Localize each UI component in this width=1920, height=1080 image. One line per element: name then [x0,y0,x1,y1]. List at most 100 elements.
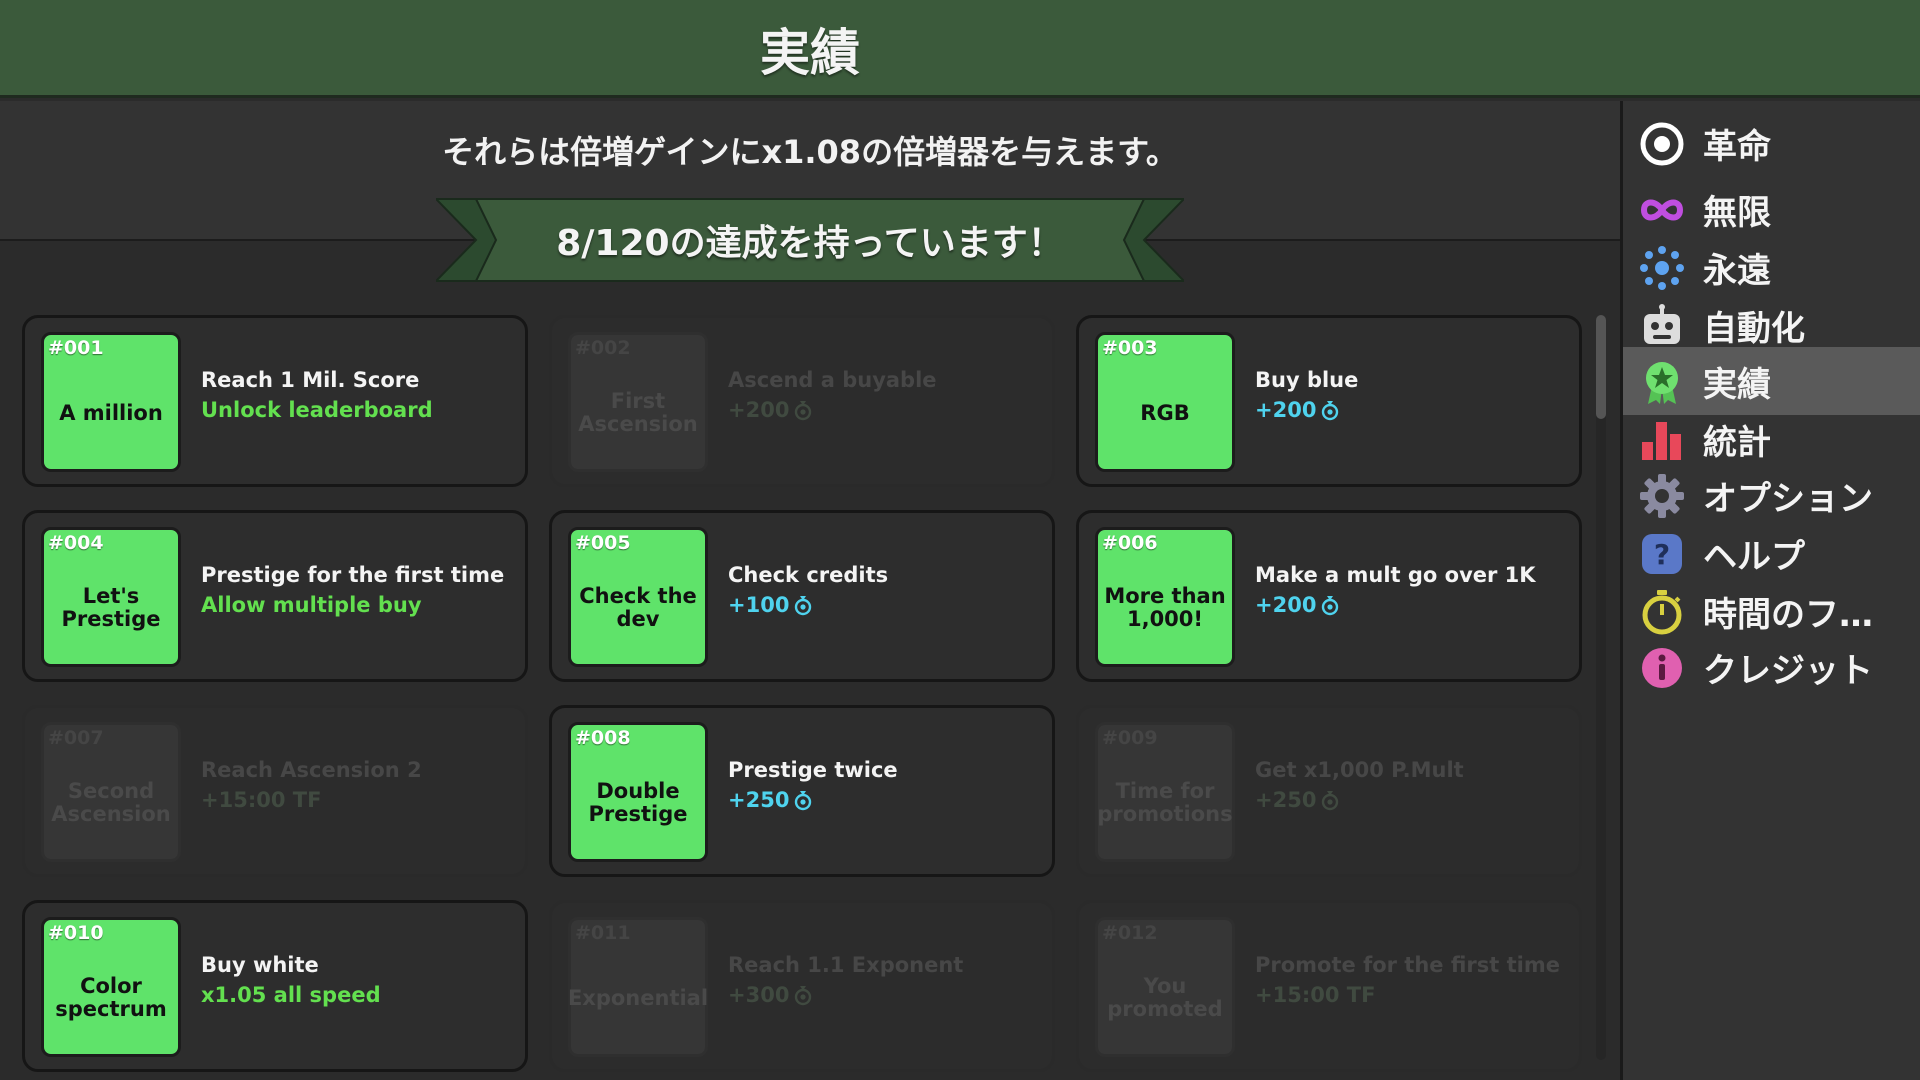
achievement-reward-text: +200 [728,398,790,422]
achievement-reward: +200 [1255,398,1340,422]
achievement-tile: #005 Check the dev [568,527,708,667]
page-title: 実績 [760,24,860,82]
achievement-reward-text: +100 [728,593,790,617]
achievement-number: #004 [48,532,104,554]
achievement-description: Prestige for the first time [201,563,505,587]
achievement-reward-text: +200 [1255,398,1317,422]
stopwatch-icon [1637,587,1687,637]
achievement-tile: #011 Exponential [568,917,708,1057]
info-icon [1637,643,1687,693]
achievement-tile: #007 Second Ascension [41,722,181,862]
achievement-description: Reach 1.1 Exponent [728,953,964,977]
achievement-number: #009 [1102,727,1158,749]
achievement-reward-text: +300 [728,983,790,1007]
credit-icon [1322,596,1339,616]
achievement-number: #008 [575,727,631,749]
robot-icon [1637,301,1687,351]
sun-dots-icon [1637,243,1687,293]
target-icon [1637,119,1687,169]
achievement-number: #002 [575,337,631,359]
achievement-name: Color spectrum [55,974,167,1021]
achievement-number: #001 [48,337,104,359]
achievement-name: Second Ascension [51,779,171,826]
achievement-card[interactable]: #008 Double Prestige Prestige twice +250 [549,705,1055,877]
achievement-description: Promote for the first time [1255,953,1560,977]
scrollbar[interactable] [1596,315,1606,1060]
achievement-reward: +300 [728,983,813,1007]
sidebar-item-label: クレジット [1703,650,1873,691]
achievement-name: Exponential [567,985,709,1010]
achievement-card[interactable]: #003 RGB Buy blue +200 [1076,315,1582,487]
achievement-reward: Unlock leaderboard [201,398,433,422]
achievement-tile: #008 Double Prestige [568,722,708,862]
achievement-reward-text: +250 [1255,788,1317,812]
achievement-name: You promoted [1107,974,1223,1021]
credit-icon [795,401,812,421]
achievement-name: Check the dev [579,584,697,631]
credit-icon [1322,401,1339,421]
achievement-description: Reach Ascension 2 [201,758,422,782]
achievement-number: #003 [1102,337,1158,359]
header-bar: 実績 [0,0,1920,98]
achievement-reward-text: +250 [728,788,790,812]
achievement-description: Buy blue [1255,368,1359,392]
achievement-reward: +15:00 TF [1255,983,1375,1007]
achievement-reward: x1.05 all speed [201,983,381,1007]
achievement-description: Make a mult go over 1K [1255,563,1536,587]
achievement-reward: +250 [1255,788,1340,812]
medal-icon [1637,357,1687,407]
achievement-reward: Allow multiple buy [201,593,422,617]
achievement-tile: #009 Time for promotions [1095,722,1235,862]
achievements-panel: それらは倍増ゲインにx1.08の倍増器を与えます。 8/120の達成を持っていま… [0,101,1620,1080]
credit-icon [795,986,812,1006]
achievement-description: Check credits [728,563,889,587]
achievement-description: Get x1,000 P.Mult [1255,758,1464,782]
achievement-card[interactable]: #004 Let's Prestige Prestige for the fir… [22,510,528,682]
achievement-card[interactable]: #012 You promoted Promote for the first … [1076,900,1582,1072]
achievement-description: Ascend a buyable [728,368,937,392]
bar-chart-icon [1637,415,1687,465]
achievement-number: #007 [48,727,104,749]
achievement-tile: #010 Color spectrum [41,917,181,1057]
achievement-card[interactable]: #011 Exponential Reach 1.1 Exponent +300 [549,900,1055,1072]
achievement-tile: #003 RGB [1095,332,1235,472]
achievement-name: More than 1,000! [1104,584,1226,631]
achievement-description: Reach 1 Mil. Score [201,368,420,392]
infinity-icon [1637,185,1687,235]
achievement-reward: +100 [728,593,813,617]
achievement-reward: +250 [728,788,813,812]
achievement-name: Time for promotions [1097,779,1233,826]
sidebar-item[interactable]: クレジット [1623,633,1920,701]
achievement-card[interactable]: #009 Time for promotions Get x1,000 P.Mu… [1076,705,1582,877]
achievement-number: #006 [1102,532,1158,554]
achievement-number: #005 [575,532,631,554]
achievement-card[interactable]: #010 Color spectrum Buy white x1.05 all … [22,900,528,1072]
sidebar-item-label: 革命 [1703,126,1771,167]
sidebar-item[interactable]: 革命 [1623,109,1920,177]
achievement-card[interactable]: #002 First Ascension Ascend a buyable +2… [549,315,1055,487]
achievement-name: Let's Prestige [61,584,161,631]
game-window: 実績 それらは倍増ゲインにx1.08の倍増器を与えます。 8/120の達成を持っ… [0,0,1920,1080]
achievement-description: Prestige twice [728,758,898,782]
credit-icon [1322,791,1339,811]
achievement-card[interactable]: #005 Check the dev Check credits +100 [549,510,1055,682]
help-icon: ? [1637,529,1687,579]
achievement-description: Buy white [201,953,319,977]
credit-icon [795,596,812,616]
achievement-grid: #001 A million Reach 1 Mil. Score Unlock… [22,315,1582,1072]
achievement-card[interactable]: #001 A million Reach 1 Mil. Score Unlock… [22,315,528,487]
achievement-card[interactable]: #006 More than 1,000! Make a mult go ove… [1076,510,1582,682]
multiplier-info-text: それらは倍増ゲインにx1.08の倍増器を与えます。 [442,133,1178,171]
credit-icon [795,791,812,811]
progress-banner: 8/120の達成を持っています！ [436,197,1184,283]
sidebar-nav: 革命 無限 永遠 自動化 実績 統計 オプション ? ヘルプ 時間のフ… クレジ… [1620,101,1920,1080]
achievement-count-text: 8/120の達成を持っています！ [556,223,1064,264]
achievement-tile: #004 Let's Prestige [41,527,181,667]
achievement-reward-text: +15:00 TF [1255,983,1376,1007]
achievement-reward-text: +15:00 TF [201,788,322,812]
achievement-name: A million [59,400,163,425]
achievement-number: #012 [1102,922,1158,944]
scrollbar-thumb[interactable] [1596,315,1606,419]
achievement-tile: #001 A million [41,332,181,472]
achievement-card[interactable]: #007 Second Ascension Reach Ascension 2 … [22,705,528,877]
